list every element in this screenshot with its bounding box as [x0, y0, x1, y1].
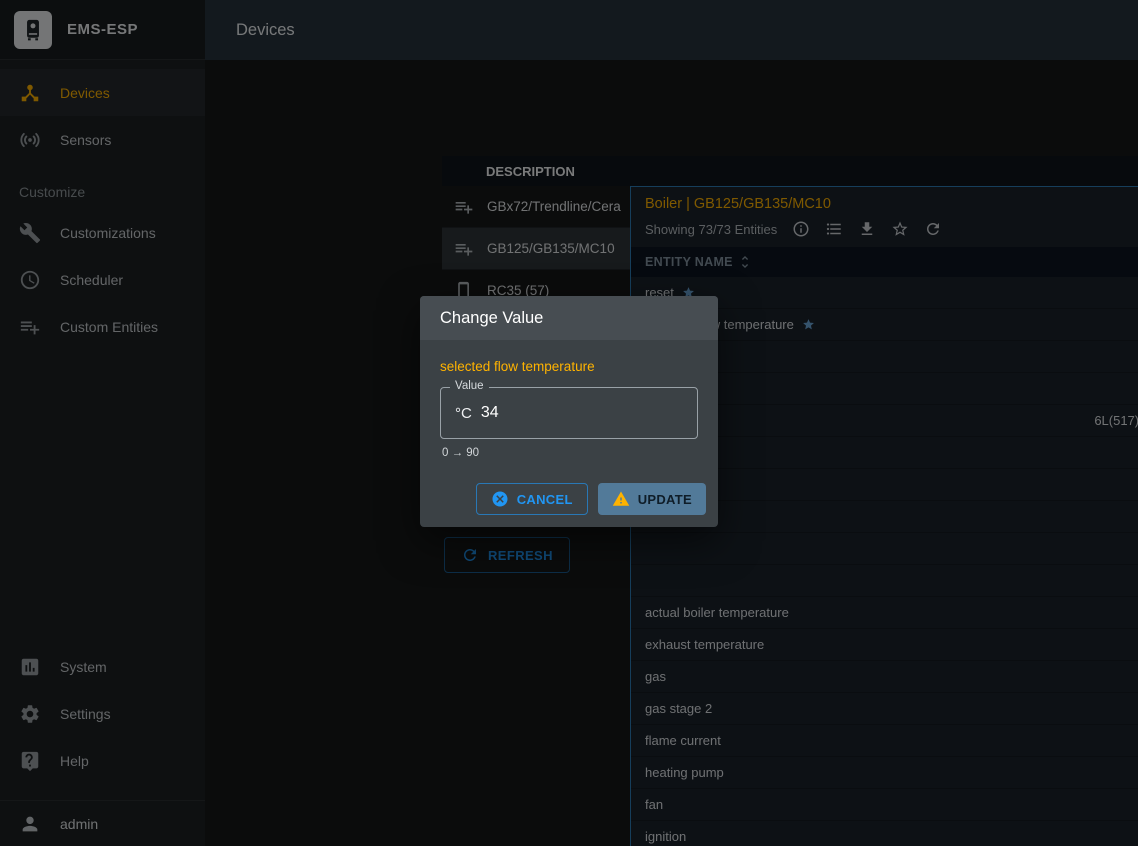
- change-value-dialog: Change Value selected flow temperature V…: [420, 296, 718, 527]
- value-input-label: Value: [450, 380, 489, 392]
- cancel-icon: [491, 490, 509, 508]
- value-input[interactable]: Value °C 34: [440, 387, 698, 439]
- cancel-label: CANCEL: [517, 492, 573, 507]
- update-label: UPDATE: [638, 492, 692, 507]
- cancel-button[interactable]: CANCEL: [476, 483, 588, 515]
- dialog-entity-name: selected flow temperature: [440, 359, 698, 374]
- value-current: 34: [481, 404, 499, 422]
- warning-icon: [612, 490, 630, 508]
- update-button[interactable]: UPDATE: [598, 483, 706, 515]
- ems-esp-app: EMS-ESP Devices Sensors Customize Custom…: [0, 0, 1138, 846]
- dialog-title: Change Value: [420, 296, 718, 340]
- dialog-actions: CANCEL UPDATE: [420, 459, 718, 527]
- value-range-helper: 0 → 90: [442, 447, 696, 459]
- value-unit: °C: [455, 405, 472, 422]
